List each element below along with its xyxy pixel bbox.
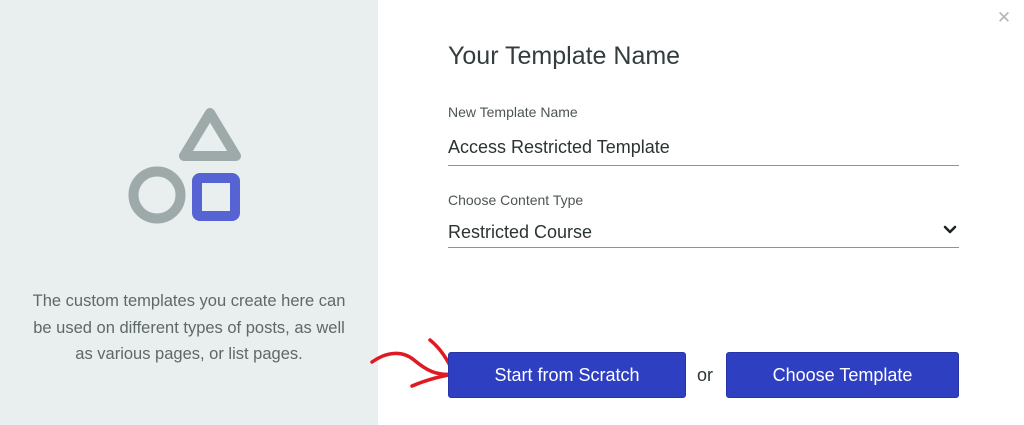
start-from-scratch-button[interactable]: Start from Scratch: [448, 352, 686, 398]
template-dialog: The custom templates you create here can…: [0, 0, 1024, 425]
annotation-arrow-icon: [370, 338, 456, 388]
panel-description: The custom templates you create here can…: [32, 292, 346, 363]
content-type-label: Choose Content Type: [448, 192, 584, 208]
chevron-down-icon: [943, 225, 957, 234]
dialog-title: Your Template Name: [448, 42, 681, 70]
triangle-shape-icon: [179, 108, 241, 161]
content-type-select[interactable]: Restricted Course: [448, 218, 959, 248]
content-type-value: Restricted Course: [448, 222, 593, 242]
left-info-panel: The custom templates you create here can…: [0, 0, 378, 425]
square-shape-icon: [192, 173, 240, 221]
shapes-illustration: [128, 108, 241, 224]
or-separator: or: [697, 365, 714, 385]
template-name-label: New Template Name: [448, 104, 578, 120]
circle-shape-icon: [128, 166, 186, 224]
choose-template-button[interactable]: Choose Template: [726, 352, 959, 398]
template-name-input[interactable]: [448, 130, 959, 166]
close-icon[interactable]: ✕: [994, 8, 1014, 28]
